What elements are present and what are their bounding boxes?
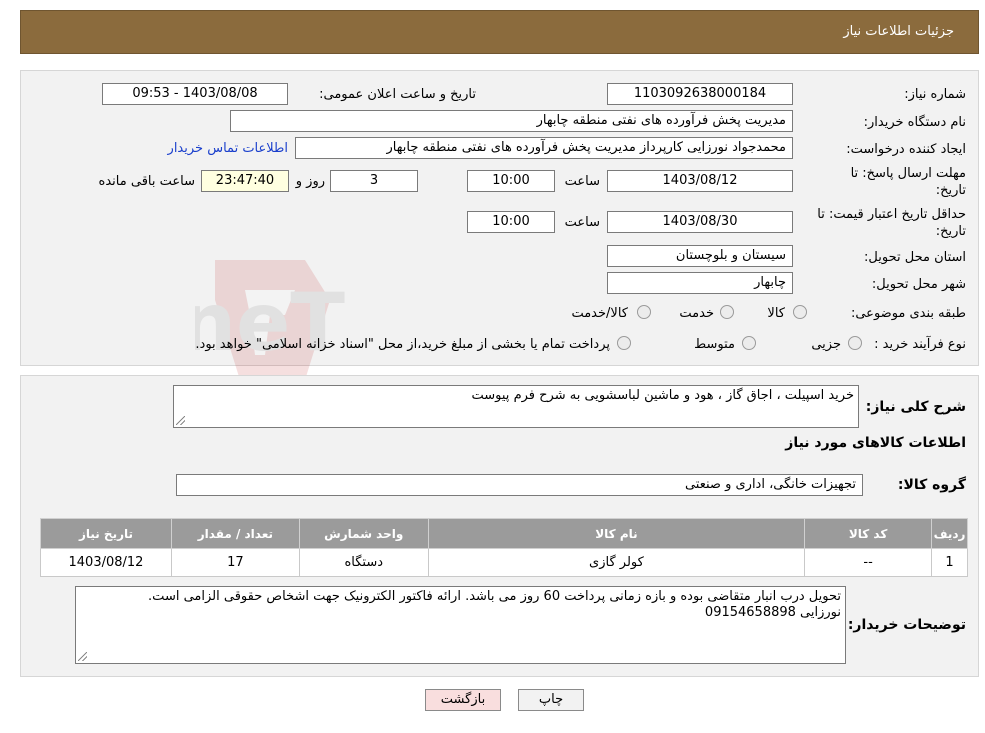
page-header: جزئیات اطلاعات نیاز: [20, 10, 979, 54]
validity-time-label: ساعت: [564, 215, 600, 230]
process-radio-minor[interactable]: [848, 336, 862, 350]
need-number-field: 1103092638000184: [607, 83, 793, 105]
category-option-goods-service: کالا/خدمت: [571, 306, 628, 321]
category-option-goods: کالا: [767, 306, 785, 321]
cell-unit: دستگاه: [298, 548, 429, 577]
category-radio-goods-service[interactable]: [637, 305, 651, 319]
process-note: پرداخت تمام یا بخشی از مبلغ خرید،از محل …: [195, 337, 610, 352]
summary-textarea[interactable]: خرید اسپیلت ، اجاق گاز ، هود و ماشین لبا…: [173, 385, 859, 428]
table-header-row: ردیف کد کالا نام کالا واحد شمارش تعداد /…: [40, 518, 968, 549]
creator-field: محمدجواد نورزایی کارپرداز مدیریت پخش فرآ…: [295, 137, 793, 159]
province-field: سیستان و بلوچستان: [607, 245, 793, 267]
col-item-code: کد کالا: [804, 518, 933, 549]
resize-grip-icon[interactable]: [78, 652, 87, 661]
process-radio-treasury[interactable]: [617, 336, 631, 350]
announce-label: تاریخ و ساعت اعلان عمومی:: [319, 87, 476, 102]
category-label: طبقه بندی موضوعی:: [850, 306, 966, 321]
table-row: 1 -- کولر گازی دستگاه 17 1403/08/12: [40, 548, 968, 577]
resize-grip-icon[interactable]: [176, 416, 185, 425]
buyer-notes-label: توضیحات خریدار:: [847, 617, 966, 633]
col-need-date: تاریخ نیاز: [40, 518, 172, 549]
city-label: شهر محل تحویل:: [871, 277, 966, 292]
announce-field: 1403/08/08 - 09:53: [102, 83, 288, 105]
goods-section-title: اطلاعات کالاهای مورد نیاز: [785, 435, 966, 451]
buyer-notes-textarea[interactable]: تحویل درب انبار متقاضی بوده و بازه زمانی…: [75, 586, 846, 664]
col-item-name: نام کالا: [427, 518, 806, 549]
need-number-label: شماره نیاز:: [904, 87, 966, 102]
process-label: نوع فرآیند خرید :: [874, 337, 966, 352]
remaining-label: ساعت باقی مانده: [98, 174, 195, 189]
buyer-org-label: نام دستگاه خریدار:: [863, 115, 966, 130]
validity-date-field: 1403/08/30: [607, 211, 793, 233]
group-label: گروه کالا:: [897, 477, 966, 493]
cell-quantity: 17: [170, 548, 300, 577]
group-field: تجهیزات خانگی، اداری و صنعتی: [176, 474, 863, 496]
buyer-contact-link[interactable]: اطلاعات تماس خریدار: [168, 141, 288, 156]
items-table: ردیف کد کالا نام کالا واحد شمارش تعداد /…: [40, 518, 968, 577]
buyer-org-field: مدیریت پخش فرآورده های نفتی منطقه چابهار: [230, 110, 793, 132]
cell-row-number: 1: [931, 548, 968, 577]
deadline-time-field: 10:00: [467, 170, 555, 192]
validity-label-2: تاریخ:: [935, 224, 966, 239]
cell-item-name: کولر گازی: [427, 548, 806, 577]
remaining-time-field: 23:47:40: [201, 170, 289, 192]
deadline-label: مهلت ارسال پاسخ: تا: [850, 166, 966, 181]
print-button[interactable]: چاپ: [518, 689, 584, 711]
deadline-label-2: تاریخ:: [935, 183, 966, 198]
buyer-notes-line-2: نورزایی 09154658898: [704, 605, 841, 620]
creator-label: ایجاد کننده درخواست:: [846, 142, 966, 157]
category-radio-service[interactable]: [720, 305, 734, 319]
col-row-number: ردیف: [931, 518, 968, 549]
process-option-medium: متوسط: [694, 337, 735, 352]
process-option-minor: جزیی: [811, 337, 841, 352]
days-label: روز و: [295, 174, 325, 189]
page-title: جزئیات اطلاعات نیاز: [843, 24, 954, 39]
col-unit: واحد شمارش: [298, 518, 429, 549]
deadline-time-label: ساعت: [564, 174, 600, 189]
province-label: استان محل تحویل:: [864, 250, 966, 265]
buyer-notes-line-1: تحویل درب انبار متقاضی بوده و بازه زمانی…: [148, 589, 841, 604]
cell-need-date: 1403/08/12: [40, 548, 172, 577]
validity-time-field: 10:00: [467, 211, 555, 233]
validity-label: حداقل تاریخ اعتبار قیمت: تا: [817, 207, 966, 222]
summary-text: خرید اسپیلت ، اجاق گاز ، هود و ماشین لبا…: [471, 388, 854, 403]
back-button[interactable]: بازگشت: [425, 689, 501, 711]
col-quantity: تعداد / مقدار: [170, 518, 300, 549]
city-field: چابهار: [607, 272, 793, 294]
cell-item-code: --: [804, 548, 933, 577]
category-radio-goods[interactable]: [793, 305, 807, 319]
process-radio-medium[interactable]: [742, 336, 756, 350]
summary-label: شرح کلی نیاز:: [865, 399, 966, 415]
category-option-service: خدمت: [679, 306, 714, 321]
days-field: 3: [330, 170, 418, 192]
deadline-date-field: 1403/08/12: [607, 170, 793, 192]
